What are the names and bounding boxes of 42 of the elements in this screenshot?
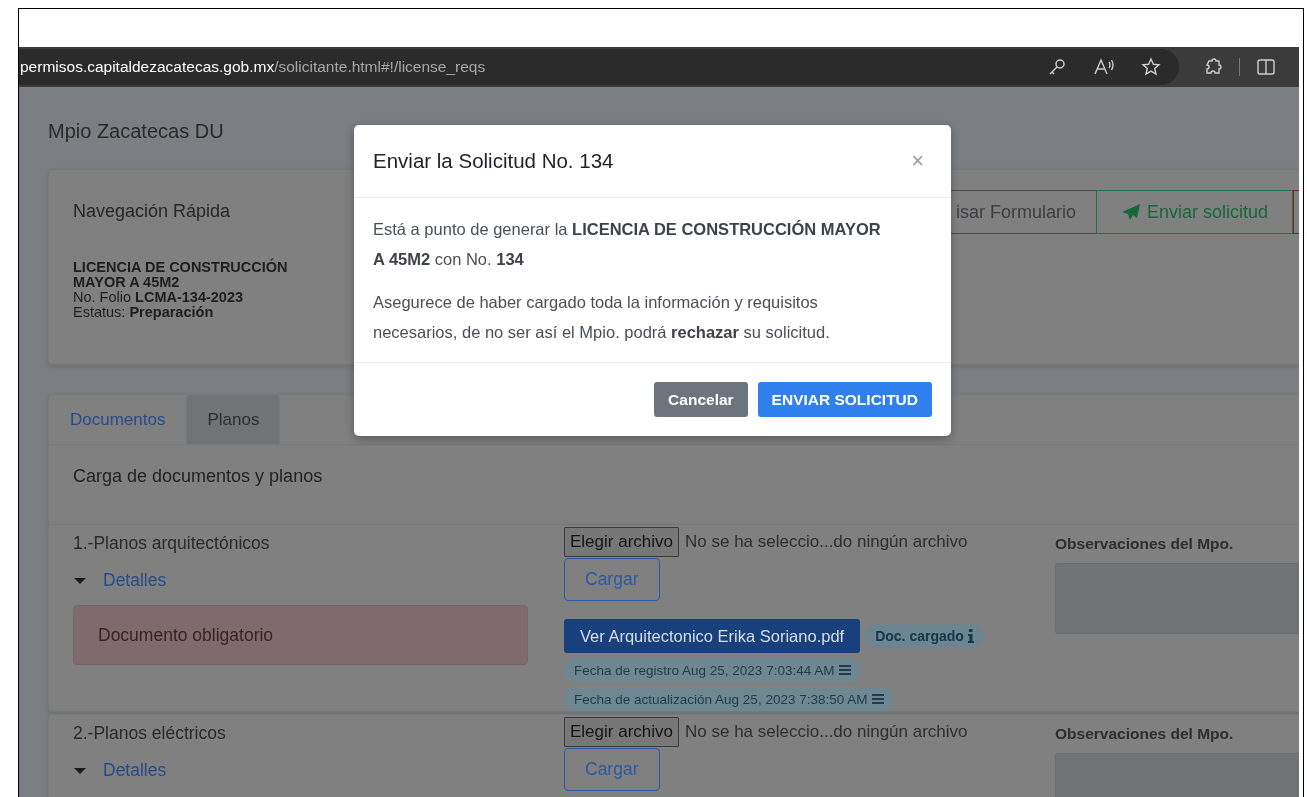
tab[interactable]: Planos xyxy=(186,395,281,444)
document-title: 1.-Planos arquitectónicos xyxy=(73,533,271,554)
list-icon xyxy=(839,665,852,675)
upload-button[interactable]: Cargar xyxy=(564,558,660,601)
paper-plane-icon xyxy=(1120,203,1141,221)
observations-label: Observaciones del Mpo. xyxy=(1055,535,1235,553)
observations-field[interactable] xyxy=(1055,563,1299,634)
send-request-button[interactable]: Enviar solicitud xyxy=(1096,190,1293,234)
date-badge: Fecha de actualización Aug 25, 2023 7:38:50 AM xyxy=(564,687,895,711)
card-title: Navegación Rápida xyxy=(73,201,232,222)
modal-text: Está a punto de generar la LICENCIA DE CONSTRUCCIÓN MAYOR A 45M2 con No. 134 xyxy=(373,219,882,270)
tab[interactable]: Documentos xyxy=(49,395,187,444)
required-alert: Documento obligatorio xyxy=(73,605,528,665)
read-aloud-icon[interactable] xyxy=(1093,57,1115,77)
details-toggle[interactable]: Detalles xyxy=(73,760,167,781)
details-toggle[interactable]: Detalles xyxy=(73,570,167,591)
app-title: Mpio Zacatecas DU xyxy=(48,120,225,143)
close-button[interactable]: × xyxy=(903,148,932,174)
key-icon[interactable] xyxy=(1047,57,1067,77)
section-title: Carga de documentos y planos xyxy=(73,466,324,487)
date-badge: Fecha de registro Aug 25, 2023 7:03:44 AM xyxy=(564,658,862,682)
file-status: No se ha seleccio...do ningún archivo xyxy=(685,722,968,742)
view-file-button[interactable]: Ver Arquitectonico Erika Soriano.pdf xyxy=(564,619,861,653)
list-icon xyxy=(872,694,885,704)
split-screen-icon[interactable] xyxy=(1256,57,1276,77)
license-name: LICENCIA DE CONSTRUCCIÓN MAYOR A 45M2 xyxy=(73,260,289,290)
extensions-icon[interactable] xyxy=(1203,57,1223,77)
cancel-button[interactable]: Cancelar xyxy=(654,382,748,417)
file-status: No se ha seleccio...do ningún archivo xyxy=(685,532,968,552)
status-text: Estatus: Preparación xyxy=(73,305,215,320)
uploaded-badge: Doc. cargado xyxy=(865,624,984,648)
star-icon[interactable] xyxy=(1141,57,1161,77)
document-title: 2.-Planos eléctricos xyxy=(73,723,227,744)
folio-text: No. Folio LCMA-134-2023 xyxy=(73,290,245,305)
choose-file-button[interactable]: Elegir archivo xyxy=(564,717,679,747)
observations-label: Observaciones del Mpo. xyxy=(1055,725,1235,743)
choose-file-button[interactable]: Elegir archivo xyxy=(564,527,679,557)
modal-text: Asegurece de haber cargado toda la información y requisitos necesarios, de no ser así el Mpio. podrá rechazar su solicitud. xyxy=(373,292,831,343)
modal-title: Enviar la Solicitud No. 134 xyxy=(373,149,614,173)
send-button[interactable]: ENVIAR SOLICITUD xyxy=(757,382,932,417)
upload-button[interactable]: Cargar xyxy=(564,748,660,791)
info-icon xyxy=(967,629,974,643)
